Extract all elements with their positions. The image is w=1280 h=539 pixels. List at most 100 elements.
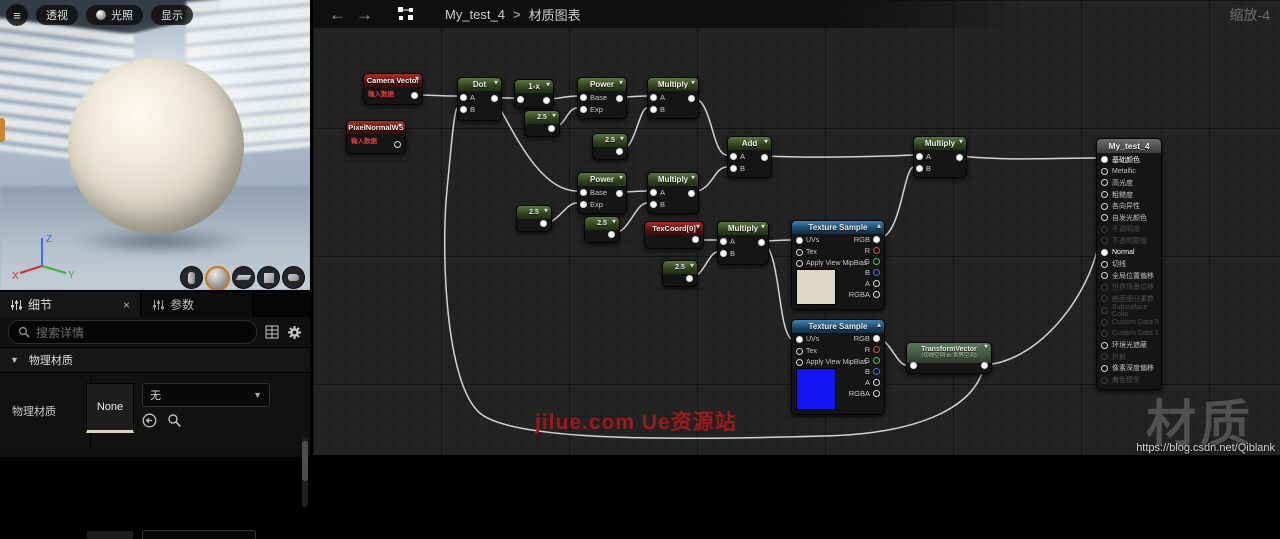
collapse-chevron-icon[interactable]: ▾ — [619, 173, 623, 182]
pin--[interactable] — [1101, 353, 1108, 360]
pin-out[interactable] — [956, 154, 963, 161]
pin-out-r[interactable] — [873, 247, 880, 254]
pin-out[interactable] — [394, 141, 401, 148]
collapse-chevron-icon[interactable]: ▾ — [764, 137, 768, 146]
node-multiply-3[interactable]: Multiply▾AB — [717, 221, 769, 265]
collapse-chevron-icon[interactable]: ▾ — [691, 78, 695, 87]
back-arrow-icon[interactable]: ← — [329, 6, 346, 23]
pin-in-a[interactable] — [650, 189, 657, 196]
pin-normal[interactable] — [1101, 249, 1108, 256]
material-graph[interactable]: Camera Vector▾输入数据 PixelNormalWS▾输入数据 Dot▾… — [313, 0, 1280, 455]
physical-material-thumbnail[interactable]: None — [86, 383, 134, 433]
pin-in-b[interactable] — [650, 201, 657, 208]
tab-details[interactable]: 细节 × — [0, 292, 142, 317]
pin-in-base[interactable] — [580, 94, 587, 101]
pin-out-b[interactable] — [873, 368, 880, 375]
pin--[interactable] — [1101, 203, 1108, 210]
collapse-chevron-icon[interactable]: ▾ — [959, 137, 963, 146]
collapse-chevron-icon[interactable]: ▾ — [690, 261, 694, 270]
viewport-side-tab[interactable] — [0, 118, 5, 142]
pin-out[interactable] — [491, 95, 498, 102]
node-power-2[interactable]: Power▾BaseExp — [577, 172, 627, 214]
pin-out-rgba[interactable] — [873, 291, 880, 298]
pin-in-tex[interactable] — [796, 249, 803, 256]
pin-out[interactable] — [616, 95, 623, 102]
tab-parameters[interactable]: 参数 — [142, 292, 254, 317]
pin-in-exp[interactable] — [580, 201, 587, 208]
node-multiply-1[interactable]: Multiply▾AB — [647, 77, 699, 119]
pin-in-a[interactable] — [730, 153, 737, 160]
pin-in-exp[interactable] — [580, 106, 587, 113]
node-camera-vector[interactable]: Camera Vector▾输入数据 — [363, 73, 423, 105]
gear-icon[interactable] — [287, 325, 302, 340]
pin-out[interactable] — [616, 148, 623, 155]
node-const-4[interactable]: 2.5▾ — [584, 216, 620, 243]
pin-in[interactable] — [910, 362, 917, 369]
pin-in-a[interactable] — [650, 94, 657, 101]
collapse-chevron-icon[interactable]: ▾ — [619, 78, 623, 87]
node-add[interactable]: Add▾AB — [727, 136, 772, 178]
collapse-chevron-icon[interactable]: ▾ — [620, 134, 624, 143]
details-scrollbar[interactable] — [302, 437, 308, 507]
pin--[interactable] — [1101, 156, 1108, 163]
node-one-minus[interactable]: 1-x▾ — [514, 79, 554, 109]
pin--[interactable] — [1101, 365, 1108, 372]
collapse-chevron-icon[interactable]: ▴ — [877, 320, 881, 329]
collapse-chevron-icon[interactable]: ▾ — [691, 173, 695, 182]
mesh-cylinder-button[interactable] — [180, 266, 203, 289]
pin-out-g[interactable] — [873, 357, 880, 364]
browse-icon[interactable] — [167, 413, 182, 428]
pin-out[interactable] — [686, 275, 693, 282]
pin-out[interactable] — [543, 97, 550, 104]
pin-in-in[interactable] — [517, 96, 524, 103]
texture-thumbnail[interactable] — [796, 269, 836, 305]
pin-out-g[interactable] — [873, 258, 880, 265]
material-preview-viewport[interactable]: ≡ 透视 光照 显示 Z Y X — [0, 0, 310, 290]
section-physical-material[interactable]: ▼ 物理材质 — [0, 347, 310, 373]
pin-out[interactable] — [761, 154, 768, 161]
pin--[interactable] — [1101, 342, 1108, 349]
node-const-5[interactable]: 2.5▾ — [662, 260, 698, 287]
node-transform-vector[interactable]: TransformVector(切线空间 to 世界空间)▾ — [906, 342, 992, 374]
collapse-chevron-icon[interactable]: ▾ — [415, 74, 419, 83]
pin--[interactable] — [1101, 377, 1108, 384]
physical-material-dropdown[interactable]: 无 ▼ — [142, 383, 270, 407]
breadcrumb-graph-label[interactable]: 材质图表 — [529, 5, 581, 24]
forward-arrow-icon[interactable]: → — [356, 6, 373, 23]
pin-custom-data-1[interactable] — [1101, 330, 1108, 337]
mesh-cube-button[interactable] — [257, 266, 280, 289]
pin-out-rgb[interactable] — [873, 236, 880, 243]
node-power-1[interactable]: Power▾BaseExp — [577, 77, 627, 119]
lit-mode-button[interactable]: 光照 — [86, 5, 143, 25]
pin-out-rgba[interactable] — [873, 390, 880, 397]
pin--[interactable] — [1101, 226, 1108, 233]
collapse-chevron-icon[interactable]: ▾ — [761, 222, 765, 231]
collapse-chevron-icon[interactable]: ▾ — [546, 80, 550, 89]
node-multiply-2[interactable]: Multiply▾AB — [647, 172, 699, 214]
pin--[interactable] — [1101, 179, 1108, 186]
pin-out[interactable] — [981, 362, 988, 369]
node-const-2[interactable]: 2.5▾ — [592, 133, 628, 160]
node-dot[interactable]: Dot▾AB — [457, 77, 502, 121]
mesh-plane-button[interactable] — [232, 266, 255, 289]
collapse-chevron-icon[interactable]: ▾ — [696, 222, 700, 231]
pin-out[interactable] — [548, 125, 555, 132]
pin-out[interactable] — [616, 190, 623, 197]
node-pixel-normal-ws[interactable]: PixelNormalWS▾输入数据 — [346, 120, 406, 154]
node-texcoord[interactable]: TexCoord[0]▾ — [644, 221, 704, 249]
collapse-chevron-icon[interactable]: ▾ — [552, 111, 556, 120]
pin-in-b[interactable] — [916, 165, 923, 172]
collapse-chevron-icon[interactable]: ▾ — [544, 206, 548, 215]
mesh-teapot-button[interactable] — [282, 266, 305, 289]
collapse-chevron-icon[interactable]: ▾ — [612, 217, 616, 226]
collapse-chevron-icon[interactable]: ▾ — [984, 343, 988, 351]
pin--[interactable] — [1101, 191, 1108, 198]
node-material-output[interactable]: My_test_4基础颜色Metallic高光度粗糙度各向异性自发光颜色不透明度… — [1096, 138, 1162, 390]
pin--[interactable] — [1101, 237, 1108, 244]
collapse-chevron-icon[interactable]: ▾ — [398, 121, 402, 130]
node-const-1[interactable]: 2.5▾ — [524, 110, 560, 137]
pin-in-a[interactable] — [460, 94, 467, 101]
pin-in-b[interactable] — [650, 106, 657, 113]
search-input[interactable]: 搜索详情 — [8, 320, 257, 344]
pin-metallic[interactable] — [1101, 168, 1108, 175]
